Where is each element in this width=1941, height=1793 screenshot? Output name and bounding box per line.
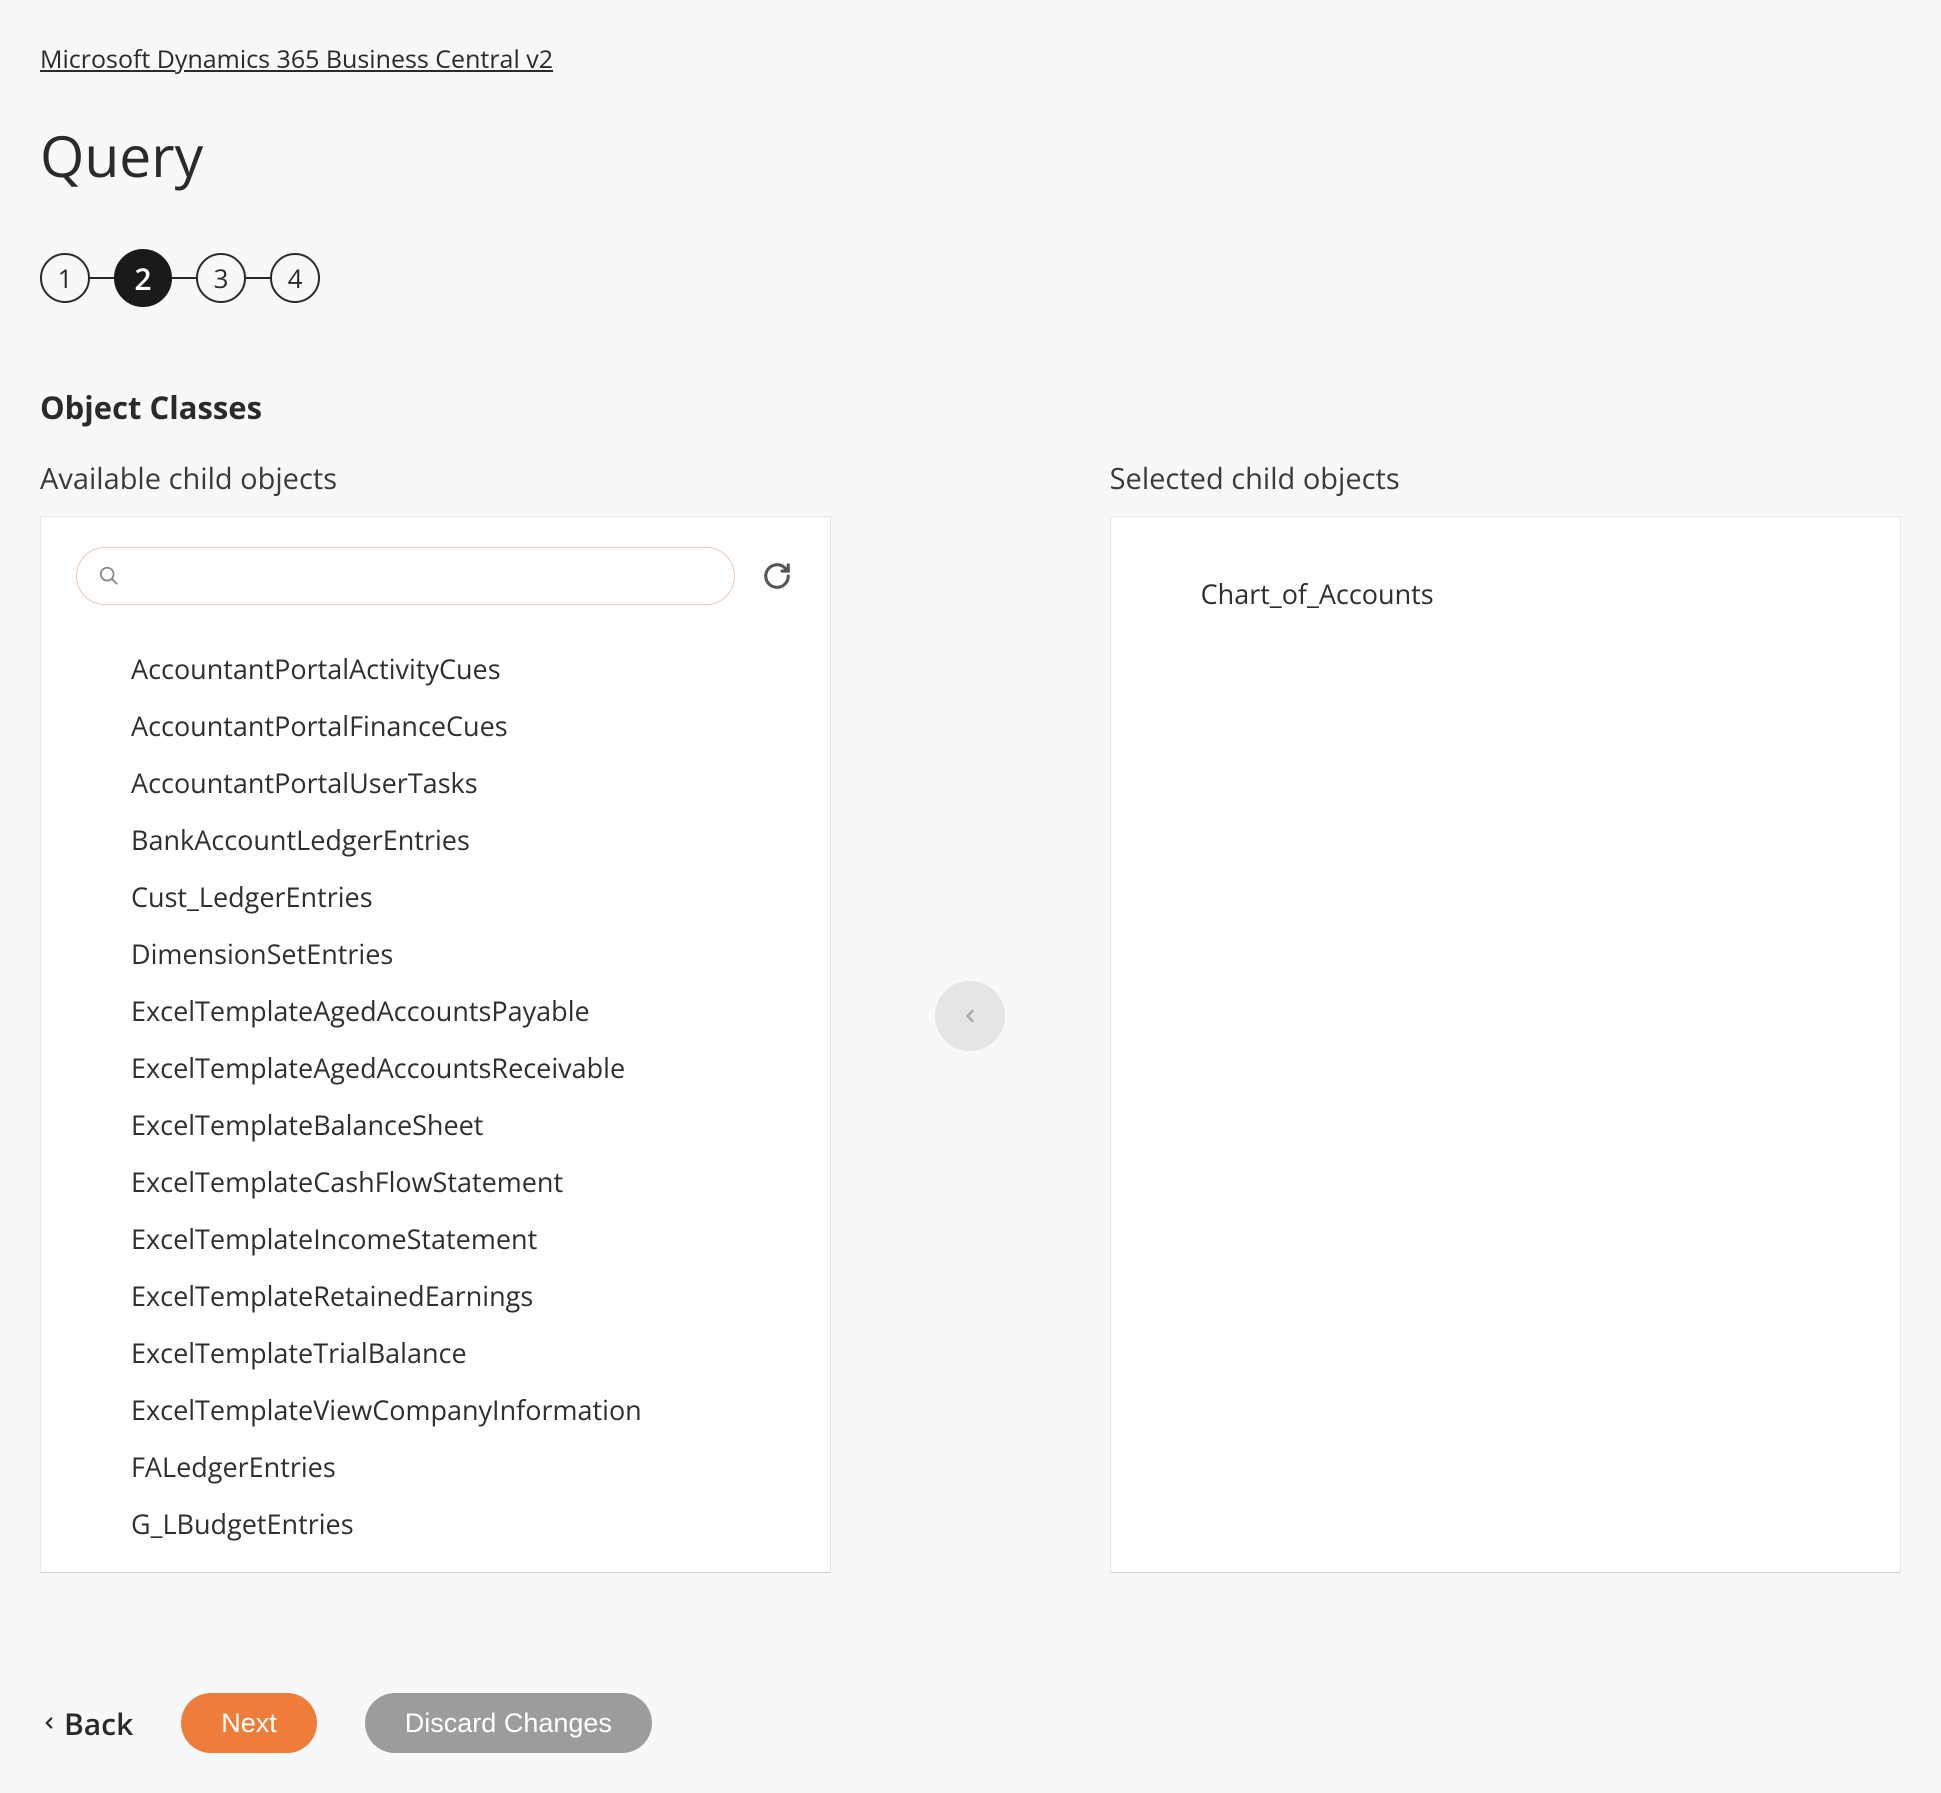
list-item[interactable]: Chart_of_Accounts bbox=[1201, 565, 1865, 622]
list-item[interactable]: BankAccountLedgerEntries bbox=[131, 811, 795, 868]
list-item[interactable]: ExcelTemplateAgedAccountsPayable bbox=[131, 982, 795, 1039]
back-label: Back bbox=[64, 1703, 133, 1744]
list-item[interactable]: AccountantPortalFinanceCues bbox=[131, 697, 795, 754]
next-button[interactable]: Next bbox=[181, 1693, 317, 1753]
discard-button[interactable]: Discard Changes bbox=[365, 1693, 652, 1753]
list-item[interactable]: DimensionSetEntries bbox=[131, 925, 795, 982]
step-3[interactable]: 3 bbox=[196, 253, 246, 303]
chevron-left-icon bbox=[960, 1006, 980, 1026]
list-item[interactable]: ExcelTemplateCashFlowStatement bbox=[131, 1153, 795, 1210]
selected-list: Chart_of_Accounts bbox=[1146, 547, 1865, 622]
step-connector bbox=[172, 277, 196, 279]
step-connector bbox=[246, 277, 270, 279]
list-item[interactable]: AccountantPortalActivityCues bbox=[131, 640, 795, 697]
list-item[interactable]: ExcelTemplateBalanceSheet bbox=[131, 1096, 795, 1153]
step-1[interactable]: 1 bbox=[40, 253, 90, 303]
step-2[interactable]: 2 bbox=[114, 249, 172, 307]
refresh-icon bbox=[762, 561, 792, 591]
list-item[interactable]: AccountantPortalUserTasks bbox=[131, 754, 795, 811]
list-item[interactable]: G_LBudgetEntries bbox=[131, 1495, 795, 1552]
back-button[interactable]: Back bbox=[40, 1703, 133, 1744]
list-item[interactable]: Cust_LedgerEntries bbox=[131, 868, 795, 925]
search-icon bbox=[98, 565, 120, 587]
page-title: Query bbox=[40, 116, 1901, 194]
stepper: 1234 bbox=[40, 249, 1901, 307]
available-panel-label: Available child objects bbox=[40, 459, 831, 498]
chevron-left-icon bbox=[40, 1714, 58, 1732]
step-connector bbox=[90, 277, 114, 279]
list-item[interactable]: ExcelTemplateViewCompanyInformation bbox=[131, 1381, 795, 1438]
move-left-button[interactable] bbox=[935, 981, 1005, 1051]
list-item[interactable]: ExcelTemplateRetainedEarnings bbox=[131, 1267, 795, 1324]
refresh-button[interactable] bbox=[759, 558, 795, 594]
breadcrumb-link[interactable]: Microsoft Dynamics 365 Business Central … bbox=[40, 42, 553, 76]
selected-panel: Chart_of_Accounts bbox=[1110, 516, 1901, 1573]
step-4[interactable]: 4 bbox=[270, 253, 320, 303]
available-list: AccountantPortalActivityCuesAccountantPo… bbox=[76, 640, 795, 1552]
section-title: Object Classes bbox=[40, 387, 1901, 429]
list-item[interactable]: FALedgerEntries bbox=[131, 1438, 795, 1495]
list-item[interactable]: ExcelTemplateTrialBalance bbox=[131, 1324, 795, 1381]
available-panel: AccountantPortalActivityCuesAccountantPo… bbox=[40, 516, 831, 1573]
search-input[interactable] bbox=[76, 547, 735, 605]
selected-panel-label: Selected child objects bbox=[1110, 459, 1901, 498]
list-item[interactable]: ExcelTemplateAgedAccountsReceivable bbox=[131, 1039, 795, 1096]
list-item[interactable]: ExcelTemplateIncomeStatement bbox=[131, 1210, 795, 1267]
